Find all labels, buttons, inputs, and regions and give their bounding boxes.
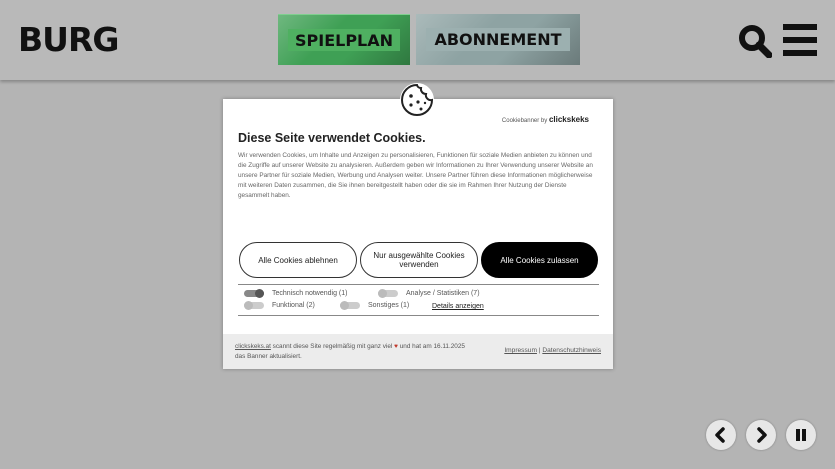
option-analyse[interactable]: Analyse / Statistiken (7) (378, 289, 480, 298)
nav-abonnement-label: ABONNEMENT (426, 28, 570, 51)
option-label: Sonstiges (1) (368, 302, 410, 309)
powered-brand: clickskeks (548, 115, 589, 124)
link-separator: | (538, 347, 541, 354)
option-sonstiges[interactable]: Sonstiges (1) (340, 301, 410, 310)
pause-button[interactable] (786, 420, 816, 450)
dialog-title: Diese Seite verwendet Cookies. (238, 131, 426, 145)
chevron-left-icon (715, 427, 725, 443)
cookie-icon (400, 83, 434, 117)
datenschutz-link[interactable]: Datenschutzhinweis (542, 347, 601, 354)
nav-abonnement-button[interactable]: ABONNEMENT (416, 14, 580, 65)
site-header: BURG SPIELPLAN ABONNEMENT (0, 0, 835, 80)
site-logo[interactable]: BURG (18, 20, 119, 59)
toggle-icon[interactable] (340, 301, 360, 310)
footer-text: clickskeks.at scannt diese Site regelmäß… (235, 342, 475, 361)
pause-icon (796, 429, 806, 441)
toggle-icon[interactable] (244, 301, 264, 310)
option-label: Analyse / Statistiken (7) (406, 290, 480, 297)
toggle-icon[interactable] (244, 289, 264, 298)
use-selected-button[interactable]: Nur ausgewählte Cookies verwenden (360, 242, 478, 278)
menu-icon[interactable] (783, 24, 817, 56)
option-label: Funktional (2) (272, 302, 315, 309)
footer-links: Impressum | Datenschutzhinweis (504, 347, 601, 354)
next-button[interactable] (746, 420, 776, 450)
cookie-dialog: Cookiebanner by clickskeks Diese Seite v… (223, 99, 613, 369)
details-link[interactable]: Details anzeigen (432, 303, 484, 310)
clickskeks-link[interactable]: clickskeks.at (235, 343, 271, 350)
previous-button[interactable] (706, 420, 736, 450)
dialog-footer: clickskeks.at scannt diese Site regelmäß… (223, 334, 613, 369)
nav-spielplan-label: SPIELPLAN (288, 29, 400, 51)
impressum-link[interactable]: Impressum (504, 347, 537, 354)
powered-prefix: Cookiebanner by (501, 118, 548, 124)
search-icon[interactable] (738, 24, 772, 58)
dialog-text: Wir verwenden Cookies, um Inhalte und An… (238, 152, 593, 200)
accept-all-button[interactable]: Alle Cookies zulassen (481, 242, 598, 278)
option-label: Technisch notwendig (1) (272, 290, 348, 297)
reject-all-button[interactable]: Alle Cookies ablehnen (239, 242, 357, 278)
nav-spielplan-button[interactable]: SPIELPLAN (278, 14, 410, 65)
chevron-right-icon (757, 427, 767, 443)
option-technisch[interactable]: Technisch notwendig (1) (244, 289, 348, 298)
option-funktional[interactable]: Funktional (2) (244, 301, 315, 310)
divider (238, 284, 599, 285)
powered-by[interactable]: Cookiebanner by clickskeks (502, 115, 589, 124)
divider (238, 315, 599, 316)
toggle-icon[interactable] (378, 289, 398, 298)
footer-text-a: scannt diese Site regelmäßig mit ganz vi… (270, 343, 395, 350)
